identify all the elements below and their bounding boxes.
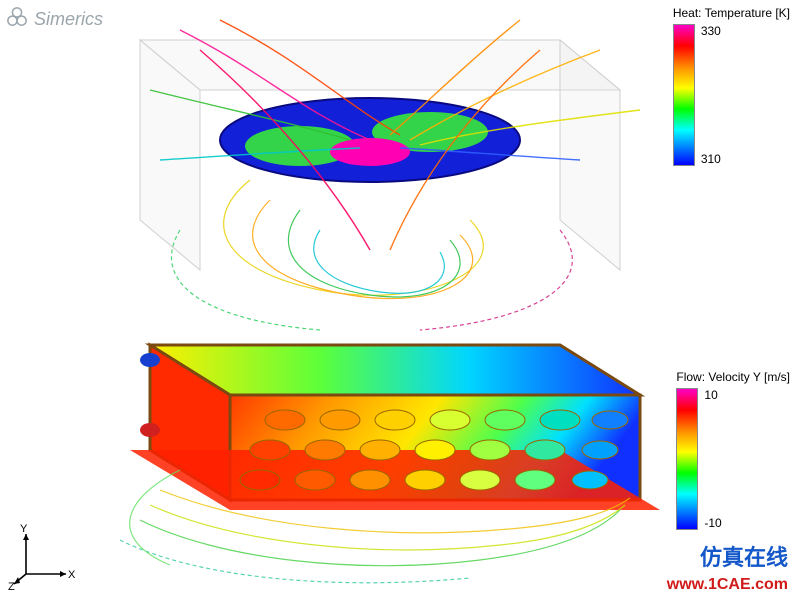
axis-y-label: Y <box>20 523 28 535</box>
legend-colorbar <box>676 388 698 530</box>
legend-min: 310 <box>701 152 721 166</box>
axis-z-label: Z <box>8 581 15 592</box>
brand-logo: Simerics <box>6 6 103 33</box>
watermark-text: 仿真在线 <box>700 540 788 572</box>
legend-min: -10 <box>704 516 721 530</box>
axis-triad: X Y Z <box>8 522 78 592</box>
legend-max: 330 <box>701 24 721 38</box>
axis-x-label: X <box>68 569 76 581</box>
watermark-url: www.1CAE.com <box>667 576 788 594</box>
legend-title: Flow: Velocity Y [m/s] <box>676 370 790 384</box>
legend-velocity: Flow: Velocity Y [m/s] 10 -10 <box>676 370 790 530</box>
legend-max: 10 <box>704 388 721 402</box>
legend-colorbar <box>673 24 695 166</box>
logo-icon <box>6 6 28 33</box>
cfd-viewport[interactable]: Simerics Heat: Temperature [K] 330 310 F… <box>0 0 800 600</box>
legend-title: Heat: Temperature [K] <box>673 6 790 20</box>
brand-name: Simerics <box>34 9 103 30</box>
legend-temperature: Heat: Temperature [K] 330 310 <box>673 6 790 166</box>
